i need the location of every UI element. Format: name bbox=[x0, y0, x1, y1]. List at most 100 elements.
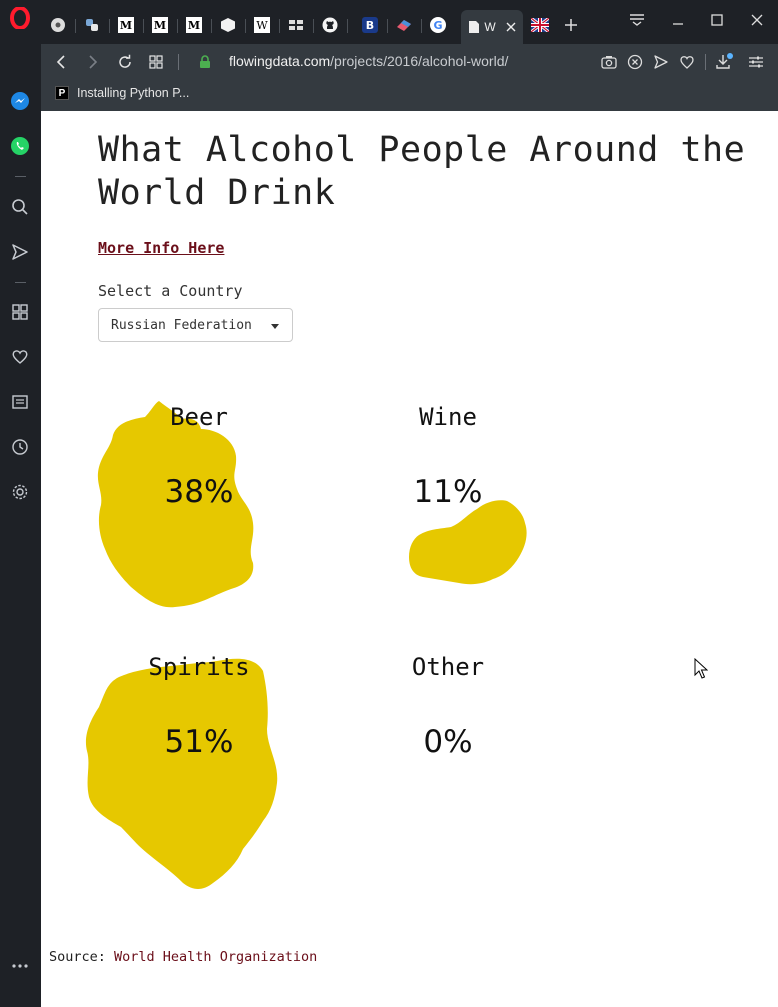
back-button[interactable] bbox=[49, 50, 73, 74]
tab-eraser[interactable] bbox=[391, 10, 417, 40]
url-field[interactable]: flowingdata.com/projects/2016/alcohol-wo… bbox=[229, 53, 508, 69]
settings-gear-icon[interactable] bbox=[8, 480, 32, 504]
forward-arrow-icon bbox=[89, 55, 98, 69]
country-select[interactable]: Russian Federation bbox=[98, 308, 293, 342]
minimize-button[interactable] bbox=[663, 8, 693, 32]
tab-medium-1[interactable]: M bbox=[113, 10, 139, 40]
tab-grid[interactable] bbox=[283, 10, 309, 40]
url-path: /projects/2016/alcohol-world/ bbox=[330, 53, 509, 69]
history-clock-icon[interactable] bbox=[8, 435, 32, 459]
reload-icon bbox=[119, 54, 131, 68]
forward-button[interactable] bbox=[81, 50, 105, 74]
tab-separator bbox=[279, 19, 280, 33]
tab-separator bbox=[313, 19, 314, 33]
address-bar: flowingdata.com/projects/2016/alcohol-wo… bbox=[41, 44, 778, 80]
sliders-icon bbox=[749, 56, 763, 68]
tab-b[interactable]: B bbox=[357, 10, 383, 40]
cube-icon bbox=[221, 18, 235, 32]
tab-strip: M M M W B G W bbox=[41, 0, 778, 44]
adblock-button[interactable] bbox=[623, 50, 647, 74]
bookmark-favicon-icon: P bbox=[55, 86, 69, 100]
toolbar-divider bbox=[705, 54, 706, 70]
medium-m-icon: M bbox=[118, 17, 134, 33]
tab-menu-icon bbox=[630, 14, 644, 26]
tab-python[interactable] bbox=[79, 10, 105, 40]
tab-medium-3[interactable]: M bbox=[181, 10, 207, 40]
tab-separator bbox=[387, 19, 388, 33]
tab-google[interactable]: G bbox=[425, 10, 451, 40]
source-link[interactable]: World Health Organization bbox=[114, 949, 317, 965]
send-icon bbox=[654, 55, 668, 69]
tab-separator bbox=[109, 19, 110, 33]
bookmark-installing-python[interactable]: P Installing Python P... bbox=[55, 86, 189, 100]
sidebar-divider bbox=[15, 282, 26, 283]
tab-separator bbox=[177, 19, 178, 33]
google-icon: G bbox=[430, 17, 446, 33]
speed-dial-icon[interactable] bbox=[8, 300, 32, 324]
bookmark-heart-button[interactable] bbox=[675, 50, 699, 74]
sidebar-divider bbox=[15, 176, 26, 177]
category-value-beer: 38% bbox=[164, 474, 234, 510]
category-label-other: Other bbox=[411, 653, 485, 681]
document-icon bbox=[469, 21, 480, 33]
close-tab-icon[interactable] bbox=[506, 22, 516, 32]
downloads-button[interactable] bbox=[712, 50, 736, 74]
maximize-icon bbox=[711, 14, 723, 26]
close-icon bbox=[751, 14, 763, 26]
tab-medium-2[interactable]: M bbox=[147, 10, 173, 40]
messenger-icon[interactable] bbox=[8, 89, 32, 113]
active-tab-title: W bbox=[484, 20, 496, 34]
close-window-button[interactable] bbox=[742, 8, 772, 32]
tab-wikipedia[interactable]: W bbox=[249, 10, 275, 40]
flow-send-icon[interactable] bbox=[8, 240, 32, 264]
search-icon[interactable] bbox=[8, 195, 32, 219]
download-icon bbox=[716, 53, 733, 69]
tab-separator bbox=[245, 19, 246, 33]
wine-blob bbox=[409, 500, 527, 585]
browser-sidebar bbox=[0, 0, 41, 1007]
category-value-wine: 11% bbox=[413, 474, 483, 510]
tab-github[interactable] bbox=[317, 10, 343, 40]
more-info-link[interactable]: More Info Here bbox=[98, 239, 224, 257]
bookmarks-bar: P Installing Python P... bbox=[41, 80, 778, 111]
tab-separator bbox=[347, 19, 348, 33]
wikipedia-icon: W bbox=[254, 17, 270, 33]
send-to-flow-button[interactable] bbox=[649, 50, 673, 74]
url-host: flowingdata.com bbox=[229, 53, 331, 69]
bookmark-label: Installing Python P... bbox=[77, 86, 190, 100]
grid-icon bbox=[289, 20, 303, 30]
heart-icon[interactable] bbox=[8, 345, 32, 369]
maximize-button[interactable] bbox=[702, 8, 732, 32]
more-ellipsis-icon[interactable] bbox=[8, 954, 32, 978]
tiles-icon bbox=[149, 55, 163, 69]
selected-country-value: Russian Federation bbox=[111, 317, 252, 333]
snapshot-button[interactable] bbox=[597, 50, 621, 74]
plus-icon bbox=[565, 19, 577, 31]
medium-m-icon: M bbox=[152, 17, 168, 33]
speed-dial-button[interactable] bbox=[144, 50, 168, 74]
eraser-icon bbox=[397, 20, 411, 31]
news-icon[interactable] bbox=[8, 390, 32, 414]
camera-icon bbox=[601, 56, 617, 69]
python-icon bbox=[86, 19, 98, 31]
secure-lock-icon[interactable] bbox=[193, 50, 217, 74]
tab-menu-button[interactable] bbox=[622, 8, 652, 32]
github-icon bbox=[322, 17, 338, 33]
reload-button[interactable] bbox=[113, 50, 137, 74]
tab-uk[interactable] bbox=[527, 10, 553, 40]
tab-active-alcohol-world[interactable]: W bbox=[461, 10, 523, 44]
category-value-other: 0% bbox=[423, 724, 473, 760]
new-tab-button[interactable] bbox=[559, 10, 583, 40]
tab-separator bbox=[143, 19, 144, 33]
easy-setup-button[interactable] bbox=[744, 50, 768, 74]
steering-wheel-icon bbox=[51, 18, 65, 32]
browser-window: M M M W B G W flowingdata.com/projects/2… bbox=[0, 0, 778, 1007]
tab-steering[interactable] bbox=[45, 10, 71, 40]
tab-separator bbox=[75, 19, 76, 33]
opera-menu-icon[interactable] bbox=[8, 6, 32, 30]
tab-cube[interactable] bbox=[215, 10, 241, 40]
medium-m-icon: M bbox=[186, 17, 202, 33]
category-label-spirits: Spirits bbox=[148, 653, 250, 681]
select-country-label: Select a Country bbox=[98, 282, 243, 300]
whatsapp-icon[interactable] bbox=[8, 134, 32, 158]
